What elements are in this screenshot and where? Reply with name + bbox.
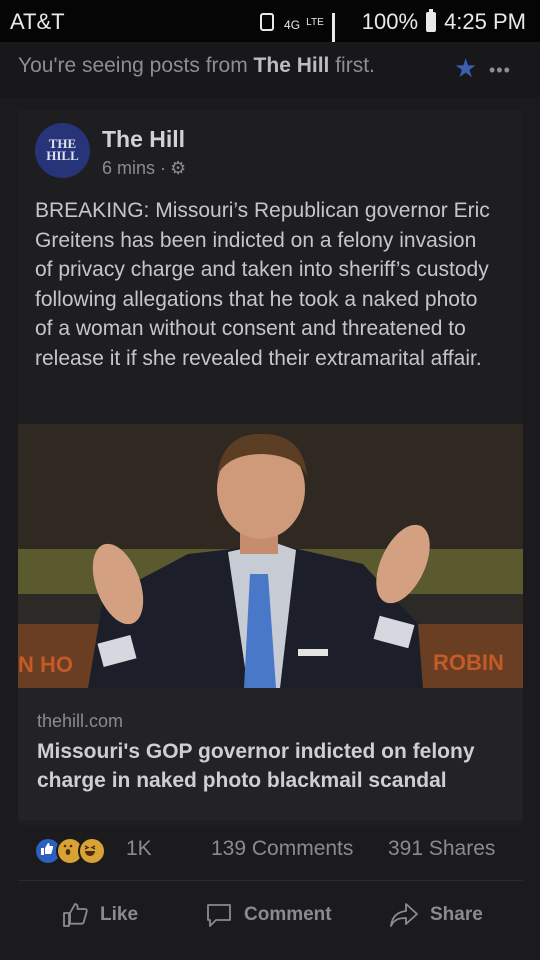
- comment-bubble-icon: [204, 900, 234, 930]
- avatar-text-bottom: HILL: [46, 148, 79, 163]
- comment-label: Comment: [244, 904, 332, 925]
- page-avatar[interactable]: THE HILL: [35, 123, 90, 178]
- thumbs-up-icon: [60, 900, 90, 930]
- battery-percent: 100%: [361, 9, 419, 34]
- post-meta: 6 mins · ⚙: [102, 158, 186, 179]
- share-button[interactable]: Share: [388, 900, 483, 930]
- see-first-text: You're seeing posts from The Hill first.: [18, 54, 375, 78]
- divider: [18, 880, 523, 881]
- network-label: 4G: [284, 18, 301, 32]
- like-button[interactable]: Like: [60, 900, 138, 930]
- more-options-icon[interactable]: •••: [489, 60, 511, 81]
- network-indicator: 4G LTE: [284, 9, 324, 35]
- photo-sign-right: ROBIN: [433, 650, 504, 675]
- haha-reaction-icon: [78, 837, 106, 865]
- see-first-prefix: You're seeing posts from: [18, 54, 254, 77]
- see-first-banner: You're seeing posts from The Hill first.…: [0, 42, 540, 98]
- shares-count[interactable]: 391 Shares: [388, 837, 495, 861]
- audience-gear-icon: ⚙: [170, 158, 187, 178]
- status-bar: AT&T 4G LTE 100% 4:25 PM: [0, 0, 540, 58]
- reaction-icons[interactable]: [34, 836, 106, 866]
- share-arrow-icon: [388, 900, 420, 930]
- carrier-label: AT&T: [10, 9, 65, 34]
- reaction-count[interactable]: 1K: [126, 837, 152, 861]
- star-icon[interactable]: ★: [454, 53, 477, 84]
- link-domain: thehill.com: [37, 711, 124, 731]
- page-name[interactable]: The Hill: [102, 126, 185, 153]
- see-first-suffix: first.: [329, 54, 375, 77]
- link-title[interactable]: Missouri's GOP governor indicted on felo…: [37, 737, 507, 795]
- like-label: Like: [100, 904, 139, 925]
- clock: 4:25 PM: [444, 9, 526, 34]
- photo-sign-left: N HO: [18, 652, 73, 677]
- status-icons: 4G LTE 100% 4:25 PM: [260, 9, 526, 58]
- see-first-page: The Hill: [253, 54, 330, 77]
- post-body: BREAKING: Missouri’s Republican governor…: [35, 199, 490, 370]
- lte-label: LTE: [306, 17, 324, 28]
- link-photo[interactable]: N HO ROBIN: [18, 424, 523, 688]
- post-time[interactable]: 6 mins ·: [102, 158, 166, 179]
- comments-count[interactable]: 139 Comments: [211, 837, 353, 861]
- share-label: Share: [430, 904, 483, 925]
- battery-icon: [426, 9, 437, 32]
- lock-icon: [260, 13, 275, 31]
- signal-icon: [331, 13, 354, 58]
- comment-button[interactable]: Comment: [204, 900, 332, 930]
